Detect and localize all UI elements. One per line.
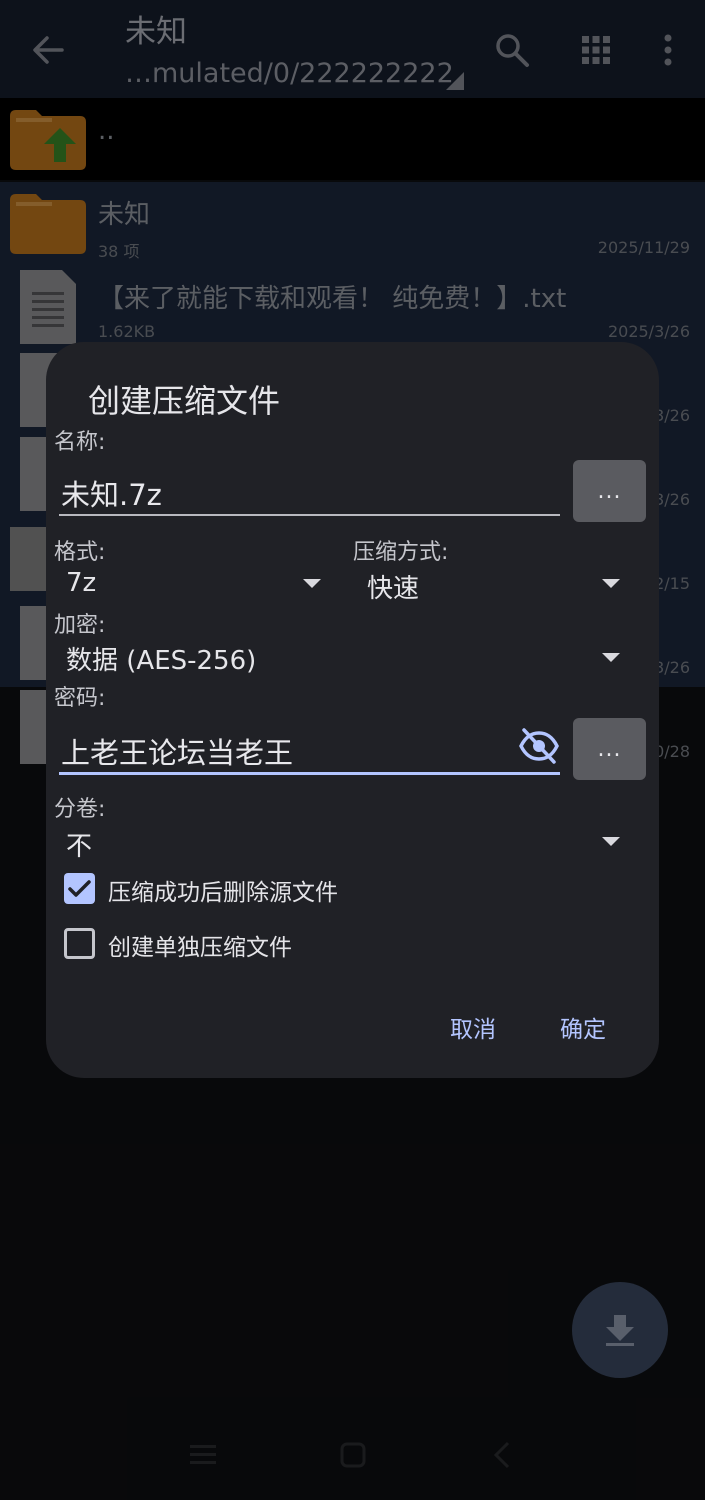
method-label: 压缩方式: (353, 540, 449, 565)
encrypt-select[interactable]: 数据 (AES-256) (66, 640, 256, 677)
encrypt-label: 加密: (54, 613, 106, 638)
password-input[interactable]: 上老王论坛当老王 (61, 730, 293, 772)
create-archive-dialog: 创建压缩文件 名称: 未知.7z ... 格式: 7z 压缩方式: 快速 加密:… (46, 342, 659, 1078)
chevron-down-icon[interactable] (303, 579, 321, 588)
split-label: 分卷: (54, 797, 106, 822)
name-input[interactable]: 未知.7z (61, 472, 162, 514)
separate-archive-checkbox[interactable] (64, 928, 95, 959)
chevron-down-icon[interactable] (602, 653, 620, 662)
ok-button[interactable]: 确定 (560, 1010, 606, 1044)
format-select[interactable]: 7z (66, 568, 96, 598)
chevron-down-icon[interactable] (602, 579, 620, 588)
delete-source-checkbox[interactable] (64, 873, 95, 904)
dialog-title: 创建压缩文件 (88, 382, 281, 420)
format-label: 格式: (54, 540, 106, 565)
password-underline (59, 772, 560, 775)
delete-source-label[interactable]: 压缩成功后删除源文件 (108, 873, 338, 907)
password-label: 密码: (54, 686, 106, 711)
method-select[interactable]: 快速 (367, 568, 419, 605)
split-select[interactable]: 不 (66, 826, 92, 863)
name-underline (59, 514, 560, 516)
separate-archive-label[interactable]: 创建单独压缩文件 (108, 928, 292, 962)
chevron-down-icon[interactable] (602, 837, 620, 846)
password-more-button[interactable]: ... (573, 718, 646, 780)
check-icon (68, 880, 91, 897)
cancel-button[interactable]: 取消 (450, 1010, 496, 1044)
visibility-off-icon[interactable] (519, 728, 559, 768)
browse-button[interactable]: ... (573, 460, 646, 522)
name-label: 名称: (54, 430, 106, 455)
